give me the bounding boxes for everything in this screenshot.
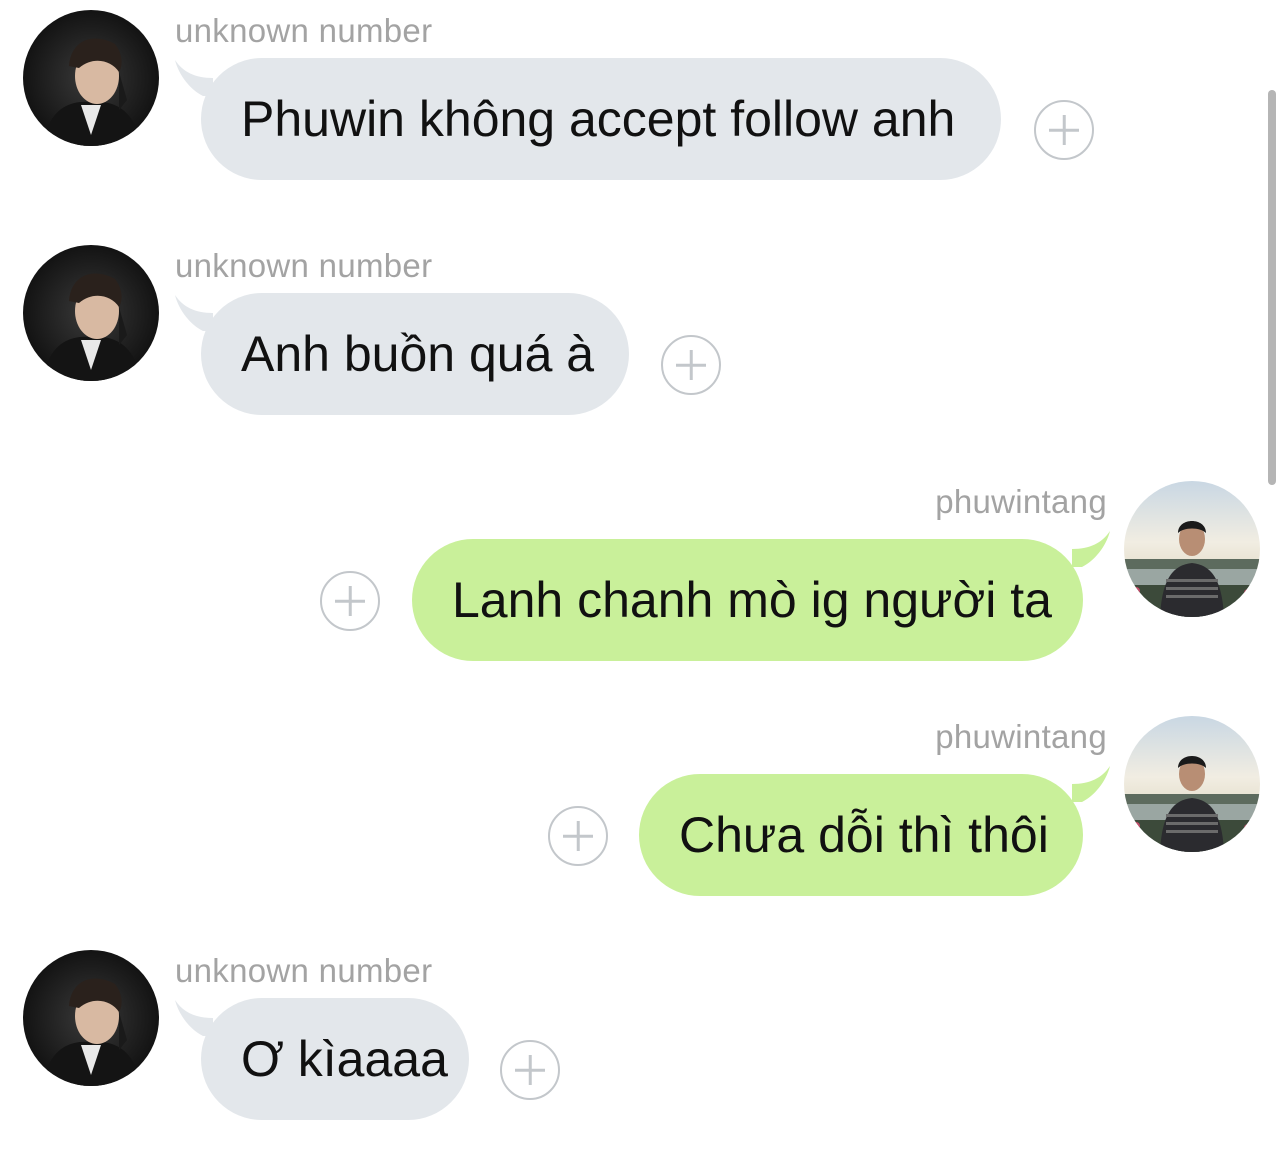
sender-name: phuwintang [935,483,1107,520]
message-bubble[interactable]: Ơ kìaaaa [201,998,469,1120]
bubble-tail [1072,531,1110,567]
person-photo-icon [23,950,159,1086]
person-photo-icon [23,245,159,381]
user-avatar[interactable] [1124,716,1260,852]
message-outgoing: phuwintang Lanh chanh mò ig người ta [0,481,1284,671]
message-bubble[interactable]: Phuwin không accept follow anh [201,58,1001,180]
message-outgoing: phuwintang Chưa dỗi thì thôi [0,716,1284,906]
person-photo-icon [23,10,159,146]
sender-name: phuwintang [935,718,1107,755]
contact-avatar[interactable] [23,245,159,381]
add-reaction-icon[interactable] [548,806,608,866]
user-avatar[interactable] [1124,481,1260,617]
message-incoming: unknown number Ơ kìaaaa [0,940,1284,1130]
message-incoming: unknown number Anh buồn quá à [0,235,1284,425]
sender-name: unknown number [175,12,433,49]
add-reaction-icon[interactable] [1034,100,1094,160]
message-bubble[interactable]: Chưa dỗi thì thôi [639,774,1083,896]
add-reaction-icon[interactable] [320,571,380,631]
person-photo-icon [1124,716,1260,852]
add-reaction-icon[interactable] [661,335,721,395]
contact-avatar[interactable] [23,950,159,1086]
message-incoming: unknown number Phuwin không accept follo… [0,0,1284,190]
message-bubble[interactable]: Anh buồn quá à [201,293,629,415]
message-bubble[interactable]: Lanh chanh mò ig người ta [412,539,1083,661]
add-reaction-icon[interactable] [500,1040,560,1100]
contact-avatar[interactable] [23,10,159,146]
sender-name: unknown number [175,247,433,284]
bubble-tail [1072,766,1110,802]
person-photo-icon [1124,481,1260,617]
scrollbar[interactable] [1268,90,1276,485]
sender-name: unknown number [175,952,433,989]
